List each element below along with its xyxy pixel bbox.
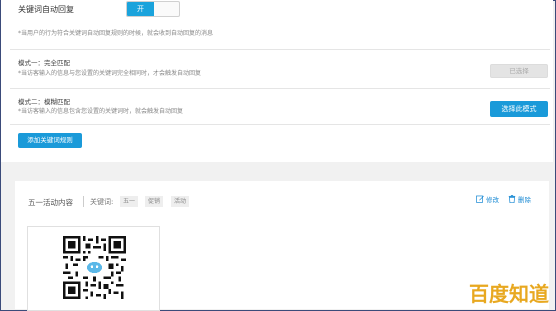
delete-rule-button[interactable]: 删除 xyxy=(508,194,531,204)
delete-label: 删除 xyxy=(518,196,531,204)
select-mode-button[interactable]: 选择此模式 xyxy=(490,101,548,117)
divider xyxy=(10,88,550,89)
trash-icon xyxy=(508,195,516,203)
keyword-tag: 促销 xyxy=(145,196,164,207)
qr-code-image xyxy=(63,236,126,299)
baidu-zhidao-watermark: 百度知道 xyxy=(469,282,549,306)
mode-exact-selected-button[interactable]: 已选择 xyxy=(490,64,548,78)
auto-reply-settings-panel xyxy=(1,0,553,162)
edit-label: 修改 xyxy=(486,196,499,204)
add-keyword-rule-button[interactable]: 添加关键词规则 xyxy=(18,133,82,148)
edit-rule-button[interactable]: 修改 xyxy=(476,194,499,204)
toggle-on-state[interactable]: 开 xyxy=(127,2,154,16)
keyword-label: 关键词: xyxy=(90,198,114,206)
keyword-tag: 活动 xyxy=(171,196,190,207)
edit-icon xyxy=(476,195,484,203)
title-separator xyxy=(83,196,84,207)
mode-exact-desc: *当访客输入的信息与您设置的关键词完全相同时，才会触发自动回复 xyxy=(18,70,202,77)
mode-fuzzy-desc: *当访客输入的信息包含您设置的关键词时，就会触发自动回复 xyxy=(18,108,184,115)
auto-reply-toggle[interactable]: 开 xyxy=(126,1,180,17)
rule-title: 五一活动内容 xyxy=(28,198,73,207)
divider xyxy=(10,124,550,125)
divider xyxy=(10,49,550,50)
section-title: 关键词自动回复 xyxy=(18,5,74,14)
section-hint: *当用户的行为符合关键词自动回复规则的时候，就会收到自动回复的消息 xyxy=(18,30,214,37)
mode-fuzzy-title: 模式二：模糊匹配 xyxy=(18,98,70,106)
keyword-tag: 五一 xyxy=(120,196,139,207)
mode-exact-title: 模式一：完全匹配 xyxy=(18,59,70,67)
